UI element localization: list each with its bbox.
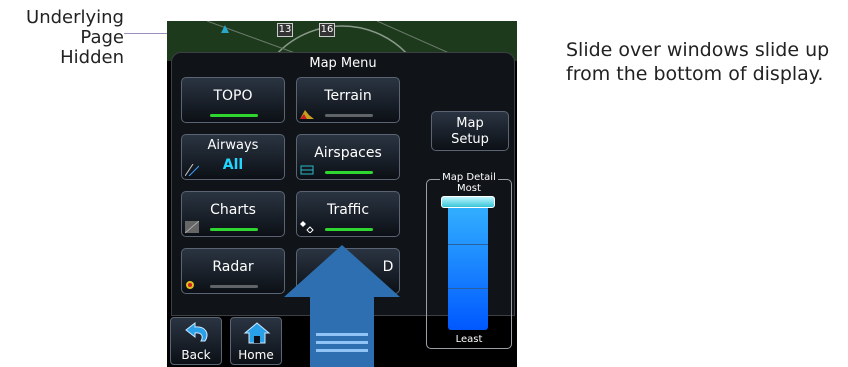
status-bar	[325, 114, 373, 117]
back-arrow-icon	[185, 321, 208, 342]
radar-icon	[186, 281, 194, 289]
slider-top-label: Most	[457, 183, 481, 194]
status-bar	[210, 228, 258, 231]
map-detail-slider[interactable]: Map Detail Most Least	[426, 172, 512, 349]
slider-tick	[448, 288, 488, 289]
panel-title: Map Menu	[309, 56, 377, 71]
charts-button[interactable]: Charts	[181, 191, 285, 237]
button-label: TOPO	[213, 88, 253, 104]
airways-button[interactable]: Airways All	[181, 134, 285, 180]
back-button[interactable]: Back	[170, 317, 222, 365]
annotation-line: Page	[80, 27, 124, 48]
map-setup-button[interactable]: Map Setup	[431, 111, 509, 151]
status-bar	[210, 285, 258, 288]
slider-track[interactable]	[448, 200, 488, 330]
button-label: Setup	[451, 132, 489, 147]
slider-bottom-label: Least	[455, 334, 483, 345]
home-button[interactable]: Home	[230, 317, 282, 365]
runway-label: 16	[319, 23, 335, 37]
button-label: Airspaces	[314, 145, 382, 161]
button-label: Traffic	[326, 202, 370, 218]
topo-button[interactable]: TOPO	[181, 77, 285, 123]
airspace-icon	[300, 165, 314, 175]
slider-title: Map Detail	[440, 172, 498, 183]
chart-icon	[185, 221, 199, 233]
button-label: Radar	[212, 259, 254, 275]
terrain-button[interactable]: Terrain	[296, 77, 400, 123]
button-label: Terrain	[324, 88, 372, 104]
status-bar	[325, 228, 373, 231]
button-label: Charts	[210, 202, 256, 218]
button-label: Map	[456, 116, 484, 131]
home-icon	[243, 322, 271, 344]
button-label: Home	[238, 348, 274, 362]
slider-thumb[interactable]	[441, 196, 495, 208]
status-bar	[325, 171, 373, 174]
annotation-underlying-page: Underlying Page Hidden	[4, 8, 124, 68]
runway-label: 13	[277, 23, 293, 37]
annotation-line: Underlying	[26, 7, 124, 28]
annotation-line: from the bottom of display.	[566, 63, 824, 85]
airspaces-button[interactable]: Airspaces	[296, 134, 400, 180]
slide-up-arrow-icon	[284, 245, 400, 367]
traffic-button[interactable]: Traffic	[296, 191, 400, 237]
annotation-line: Slide over windows slide up	[566, 39, 830, 61]
status-bar	[210, 114, 258, 117]
button-label: Airways	[207, 138, 259, 153]
radar-button[interactable]: Radar	[181, 248, 285, 294]
terrain-icon	[300, 110, 314, 119]
traffic-icon	[300, 221, 314, 233]
annotation-slide-over: Slide over windows slide up from the bot…	[566, 38, 846, 86]
button-label: Back	[181, 348, 211, 362]
annotation-line: Hidden	[60, 47, 124, 68]
airways-icon	[185, 164, 199, 176]
slider-tick	[448, 244, 488, 245]
device-screen: 13 16 Map Menu TOPO Terrain Airways All …	[167, 21, 517, 367]
